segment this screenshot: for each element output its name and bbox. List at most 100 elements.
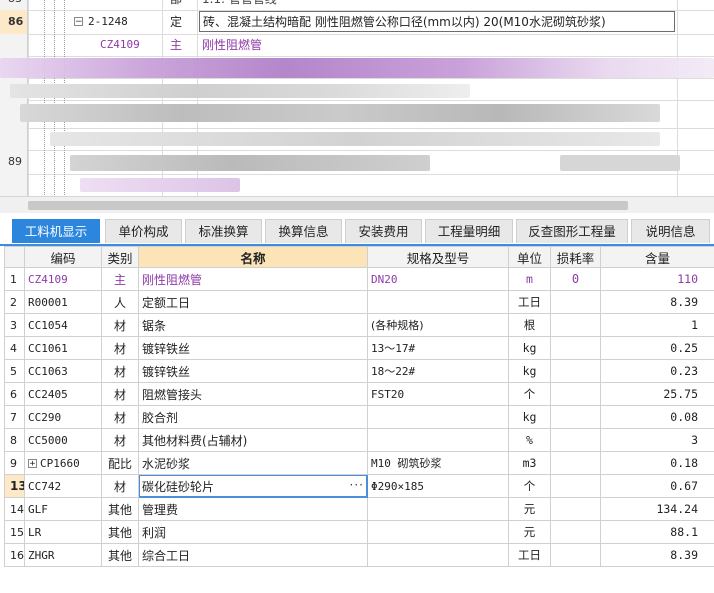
category-cell[interactable]: 材	[101, 382, 139, 406]
spec-cell[interactable]	[367, 543, 509, 567]
table-row[interactable]: 4 CC1061 材 镀锌铁丝 13～17# kg 0.25	[4, 336, 714, 360]
loss-rate-cell[interactable]	[550, 543, 601, 567]
category-cell[interactable]: 材	[101, 428, 139, 452]
quantity-cell[interactable]: 134.24	[600, 497, 714, 521]
category-cell[interactable]: 配比	[101, 451, 139, 475]
code-cell[interactable]: R00001	[24, 290, 102, 314]
tab-installation-fee[interactable]: 安装费用	[345, 219, 422, 243]
table-row[interactable]: 16 ZHGR 其他 综合工日 工日 8.39	[4, 543, 714, 567]
unit-cell[interactable]: kg	[508, 405, 551, 429]
loss-rate-cell[interactable]	[550, 382, 601, 406]
tree-row-86[interactable]: 86 − 2-1248 定 砖、混凝土结构暗配 刚性阻燃管公称口径(mm以内) …	[0, 10, 714, 35]
table-row[interactable]: 3 CC1054 材 锯条 (各种规格) 根 1	[4, 313, 714, 337]
spec-cell[interactable]: Φ290×185	[367, 474, 509, 498]
loss-rate-cell[interactable]	[550, 497, 601, 521]
category-cell[interactable]: 材	[101, 405, 139, 429]
loss-rate-cell[interactable]	[550, 290, 601, 314]
name-cell-editing[interactable]: ··· 碳化硅砂轮片	[138, 474, 368, 498]
loss-rate-cell[interactable]	[550, 359, 601, 383]
quantity-cell[interactable]: 0.67	[600, 474, 714, 498]
quantity-cell[interactable]: 8.39	[600, 543, 714, 567]
table-row[interactable]: 15 LR 其他 利润 元 88.1	[4, 520, 714, 544]
tab-standard-conversion[interactable]: 标准换算	[185, 219, 262, 243]
category-cell[interactable]: 其他	[101, 520, 139, 544]
category-cell[interactable]: 主	[101, 267, 139, 291]
quantity-cell[interactable]: 0.08	[600, 405, 714, 429]
code-cell[interactable]: + CP1660	[24, 451, 102, 475]
code-cell[interactable]: CZ4109	[24, 267, 102, 291]
expand-icon[interactable]: +	[28, 459, 37, 469]
loss-rate-cell[interactable]	[550, 474, 601, 498]
unit-cell[interactable]: 元	[508, 520, 551, 544]
spec-cell[interactable]: M10 砌筑砂浆	[367, 451, 509, 475]
table-row[interactable]: 5 CC1063 材 镀锌铁丝 18～22# kg 0.23	[4, 359, 714, 383]
quantity-cell[interactable]: 110	[600, 267, 714, 291]
unit-cell[interactable]: 工日	[508, 290, 551, 314]
spec-cell[interactable]	[367, 520, 509, 544]
loss-rate-cell[interactable]	[550, 428, 601, 452]
name-cell[interactable]: 锯条	[138, 313, 368, 337]
loss-rate-cell[interactable]	[550, 405, 601, 429]
spec-cell[interactable]	[367, 290, 509, 314]
unit-cell[interactable]: 个	[508, 474, 551, 498]
tab-resource-display[interactable]: 工料机显示	[12, 219, 100, 243]
category-cell[interactable]: 其他	[101, 543, 139, 567]
code-cell[interactable]: CC1063	[24, 359, 102, 383]
name-cell[interactable]: 其他材料费(占辅材)	[138, 428, 368, 452]
header-name[interactable]: 名称	[138, 246, 368, 268]
category-cell[interactable]: 其他	[101, 497, 139, 521]
table-row[interactable]: 1 CZ4109 主 刚性阻燃管 DN20 m 0 110	[4, 267, 714, 291]
code-cell[interactable]: CC5000	[24, 428, 102, 452]
category-cell[interactable]: 材	[101, 336, 139, 360]
spec-cell[interactable]: (各种规格)	[367, 313, 509, 337]
more-options-icon[interactable]: ···	[350, 478, 364, 492]
horizontal-scrollbar[interactable]	[0, 196, 714, 213]
quantity-cell[interactable]: 0.18	[600, 451, 714, 475]
header-spec[interactable]: 规格及型号	[367, 246, 509, 268]
spec-cell[interactable]	[367, 428, 509, 452]
loss-rate-cell[interactable]	[550, 451, 601, 475]
code-cell[interactable]: CC290	[24, 405, 102, 429]
spec-cell[interactable]	[367, 497, 509, 521]
category-cell[interactable]: 材	[101, 359, 139, 383]
loss-rate-cell[interactable]	[550, 336, 601, 360]
tab-quantity-details[interactable]: 工程量明细	[425, 219, 513, 243]
unit-cell[interactable]: 工日	[508, 543, 551, 567]
table-row[interactable]: 9 + CP1660 配比 水泥砂浆 M10 砌筑砂浆 m3 0.18	[4, 451, 714, 475]
name-cell[interactable]: 阻燃管接头	[138, 382, 368, 406]
category-cell[interactable]: 材	[101, 313, 139, 337]
quantity-cell[interactable]: 0.25	[600, 336, 714, 360]
quantity-cell[interactable]: 88.1	[600, 520, 714, 544]
table-row[interactable]: 6 CC2405 材 阻燃管接头 FST20 个 25.75	[4, 382, 714, 406]
unit-cell[interactable]: %	[508, 428, 551, 452]
spec-cell[interactable]: FST20	[367, 382, 509, 406]
code-cell[interactable]: CC742	[24, 474, 102, 498]
table-row[interactable]: 7 CC290 材 胶合剂 kg 0.08	[4, 405, 714, 429]
spec-cell[interactable]	[367, 405, 509, 429]
quantity-cell[interactable]: 3	[600, 428, 714, 452]
loss-rate-cell[interactable]	[550, 520, 601, 544]
header-category[interactable]: 类别	[101, 246, 139, 268]
loss-rate-cell[interactable]: 0	[550, 267, 601, 291]
unit-cell[interactable]: 根	[508, 313, 551, 337]
collapse-icon[interactable]: −	[74, 17, 83, 27]
unit-cell[interactable]: 元	[508, 497, 551, 521]
tab-unit-price-composition[interactable]: 单价构成	[105, 219, 182, 243]
spec-cell[interactable]: 13～17#	[367, 336, 509, 360]
table-row[interactable]: 2 R00001 人 定额工日 工日 8.39	[4, 290, 714, 314]
code-cell[interactable]: CC2405	[24, 382, 102, 406]
loss-rate-cell[interactable]	[550, 313, 601, 337]
name-cell[interactable]: 综合工日	[138, 543, 368, 567]
tree-row-child[interactable]: CZ4109 主 刚性阻燃管	[0, 34, 714, 57]
name-cell[interactable]: 利润	[138, 520, 368, 544]
code-cell[interactable]: CC1054	[24, 313, 102, 337]
name-cell[interactable]: 刚性阻燃管	[138, 267, 368, 291]
unit-cell[interactable]: kg	[508, 336, 551, 360]
tab-conversion-info[interactable]: 换算信息	[265, 219, 342, 243]
spec-cell[interactable]: 18～22#	[367, 359, 509, 383]
unit-cell[interactable]: kg	[508, 359, 551, 383]
header-unit[interactable]: 单位	[508, 246, 551, 268]
category-cell[interactable]: 材	[101, 474, 139, 498]
header-loss-rate[interactable]: 损耗率	[550, 246, 601, 268]
unit-cell[interactable]: 个	[508, 382, 551, 406]
